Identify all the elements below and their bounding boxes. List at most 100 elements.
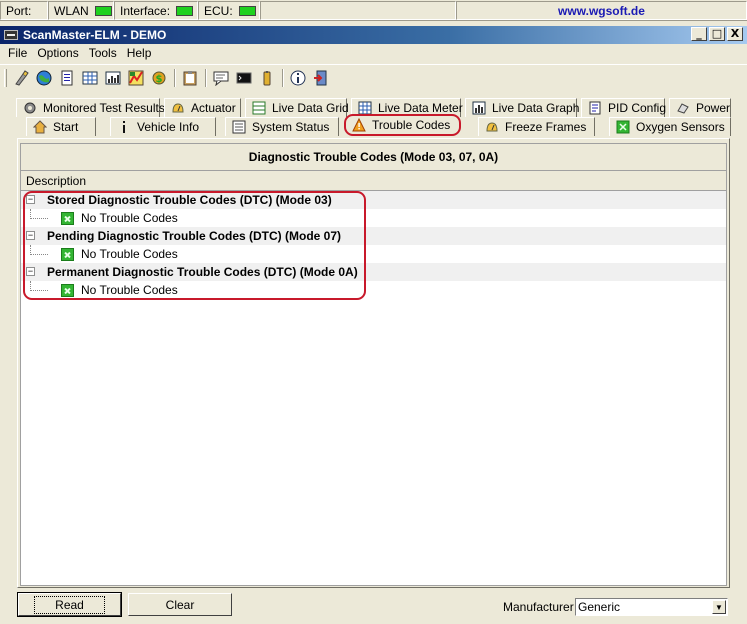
status-icon [232, 120, 246, 134]
status-empty-cell [260, 1, 456, 20]
chat-icon[interactable] [211, 68, 231, 88]
group-label: Stored Diagnostic Trouble Codes (DTC) (M… [47, 193, 332, 207]
actuator-icon [171, 101, 185, 115]
tab-label: Vehicle Info [137, 120, 200, 134]
oxygen-icon [616, 120, 630, 134]
tab-vehicle-info[interactable]: Vehicle Info [110, 117, 216, 136]
tab-label: Live Data Grid [272, 101, 349, 115]
tab-label: PID Config [608, 101, 667, 115]
chevron-down-icon[interactable]: ▼ [712, 600, 726, 614]
tab-pid-config[interactable]: PID Config [581, 98, 667, 117]
tab-power[interactable]: Power [669, 98, 731, 117]
tab-label: Actuator [191, 101, 236, 115]
tab-freeze-frames[interactable]: Freeze Frames [478, 117, 595, 136]
toolbar-grip [4, 68, 7, 87]
app-icon [4, 30, 18, 40]
window-controls: _ □ X [691, 27, 743, 41]
gear-icon [23, 101, 37, 115]
tree-connector [30, 209, 48, 219]
port-cell: Port: [0, 1, 48, 20]
title-bar: ScanMaster-ELM - DEMO _ □ X [0, 26, 747, 44]
ok-check-icon [61, 283, 74, 297]
home-icon [33, 120, 47, 134]
collapse-icon[interactable]: − [26, 267, 35, 276]
tab-monitored-test-results[interactable]: Monitored Test Results [16, 98, 165, 117]
group-label: Permanent Diagnostic Trouble Codes (DTC)… [47, 265, 358, 279]
clipboard-icon[interactable] [180, 68, 200, 88]
tab-system-status[interactable]: System Status [225, 117, 339, 136]
grid-icon [252, 101, 266, 115]
sensor-icon[interactable] [11, 68, 31, 88]
battery-icon[interactable] [257, 68, 277, 88]
graph-icon [472, 101, 486, 115]
wlan-label: WLAN [54, 3, 89, 18]
window-title: ScanMaster-ELM - DEMO [23, 28, 167, 42]
dtc-grid: Diagnostic Trouble Codes (Mode 03, 07, 0… [20, 143, 727, 586]
exit-icon[interactable] [311, 68, 331, 88]
interface-status-led [176, 5, 194, 16]
tab-start[interactable]: Start [26, 117, 96, 136]
port-label: Port: [6, 3, 32, 18]
status-bar: Port: WLAN Interface: ECU: www.wgsoft.de [0, 0, 747, 21]
warning-icon [352, 118, 366, 132]
clear-button[interactable]: Clear [128, 593, 232, 616]
power-icon [676, 101, 690, 115]
minimize-button[interactable]: _ [691, 27, 707, 41]
tab-live-data-graph[interactable]: Live Data Graph [465, 98, 579, 117]
svg-text:$: $ [156, 74, 163, 85]
ok-check-icon [61, 247, 74, 261]
manufacturer-select[interactable]: Generic ▼ [575, 598, 728, 616]
item-label: No Trouble Codes [81, 283, 178, 297]
tab-label: Oxygen Sensors [636, 120, 725, 134]
tab-row-lower: Start Vehicle Info System Status Trouble… [0, 114, 747, 136]
ecu-label: ECU: [204, 3, 233, 18]
tab-label: Live Data Meter [378, 101, 463, 115]
menu-bar: File Options Tools Help [0, 44, 747, 62]
list-item[interactable]: No Trouble Codes [21, 245, 726, 263]
tab-oxygen-sensors[interactable]: Oxygen Sensors [609, 117, 731, 136]
menu-help[interactable]: Help [122, 46, 157, 60]
collapse-icon[interactable]: − [26, 231, 35, 240]
meter-icon[interactable] [103, 68, 123, 88]
ecu-cell: ECU: [198, 1, 260, 20]
maximize-button[interactable]: □ [709, 27, 725, 41]
tab-label: System Status [252, 120, 330, 134]
tab-label: Power [696, 101, 731, 115]
website-link[interactable]: www.wgsoft.de [456, 1, 747, 20]
column-header-description[interactable]: Description [21, 171, 726, 191]
tab-actuator[interactable]: Actuator [164, 98, 241, 117]
grid-icon[interactable] [80, 68, 100, 88]
close-button[interactable]: X [727, 27, 743, 41]
read-button[interactable]: Read [17, 592, 122, 617]
list-item[interactable]: No Trouble Codes [21, 281, 726, 299]
toolbar-separator [174, 68, 176, 87]
document-icon[interactable] [57, 68, 77, 88]
group-label: Pending Diagnostic Trouble Codes (DTC) (… [47, 229, 342, 243]
grid-title: Diagnostic Trouble Codes (Mode 03, 07, 0… [21, 144, 726, 171]
menu-options[interactable]: Options [32, 46, 83, 60]
menu-tools[interactable]: Tools [84, 46, 122, 60]
wlan-status-led [94, 5, 112, 16]
menu-file[interactable]: File [3, 46, 32, 60]
money-icon[interactable]: $ [149, 68, 169, 88]
manufacturer-value: Generic [578, 600, 621, 614]
list-item[interactable]: No Trouble Codes [21, 209, 726, 227]
globe-icon[interactable] [34, 68, 54, 88]
dtc-group-stored[interactable]: − Stored Diagnostic Trouble Codes (DTC) … [21, 191, 726, 209]
wlan-cell: WLAN [48, 1, 114, 20]
tab-label: Monitored Test Results [43, 101, 165, 115]
ok-check-icon [61, 211, 74, 225]
tab-trouble-codes[interactable]: Trouble Codes [344, 114, 461, 136]
interface-cell: Interface: [114, 1, 198, 20]
meter-icon [358, 101, 372, 115]
clear-button-label: Clear [165, 597, 195, 612]
read-button-label: Read [34, 595, 105, 614]
terminal-icon[interactable] [234, 68, 254, 88]
graph-icon[interactable] [126, 68, 146, 88]
dtc-group-permanent[interactable]: − Permanent Diagnostic Trouble Codes (DT… [21, 263, 726, 281]
info-icon[interactable] [288, 68, 308, 88]
toolbar: $ [0, 64, 747, 90]
collapse-icon[interactable]: − [26, 195, 35, 204]
dtc-group-pending[interactable]: − Pending Diagnostic Trouble Codes (DTC)… [21, 227, 726, 245]
tab-live-data-grid[interactable]: Live Data Grid [245, 98, 349, 117]
